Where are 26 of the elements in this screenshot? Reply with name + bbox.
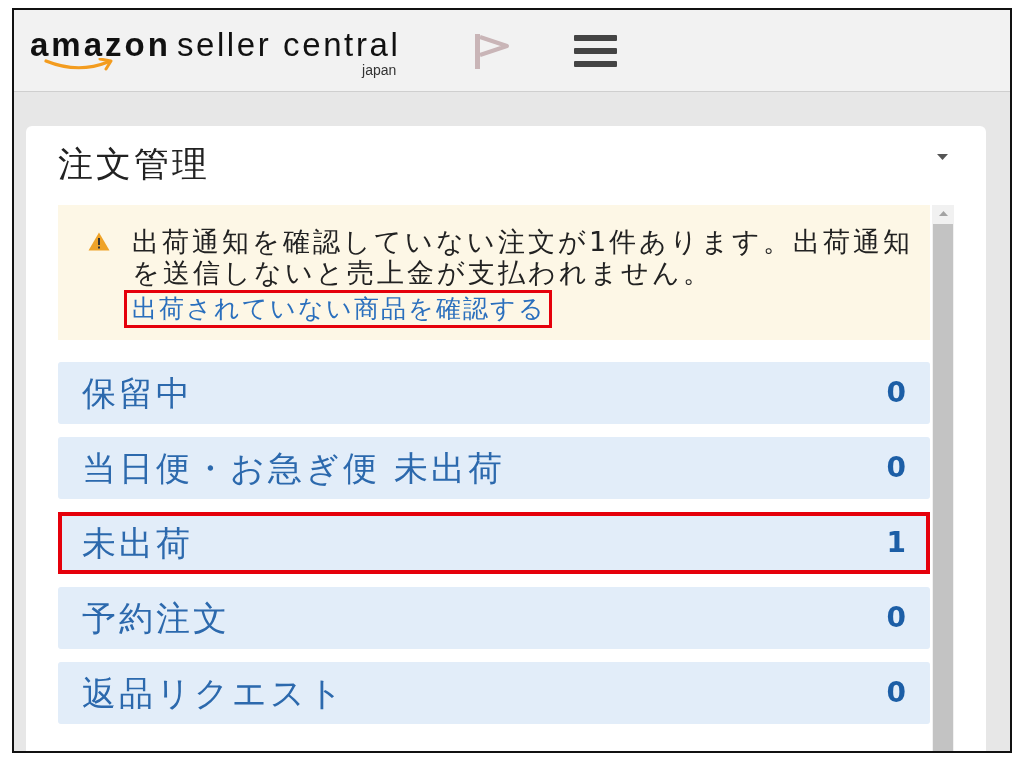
status-label: 返品リクエスト xyxy=(82,672,346,715)
smile-arrow-icon xyxy=(44,58,114,72)
status-label: 未出荷 xyxy=(82,522,193,565)
logo-region-text: japan xyxy=(362,63,397,78)
status-count: 0 xyxy=(886,600,906,636)
logo-product-text: seller central xyxy=(176,27,401,63)
order-status-row[interactable]: 返品リクエスト 0 xyxy=(58,662,930,724)
logo-brand-text: amazon xyxy=(30,27,171,63)
order-status-row[interactable]: 当日便・お急ぎ便 未出荷 0 xyxy=(58,437,930,499)
order-status-row[interactable]: 保留中 0 xyxy=(58,362,930,424)
card-title: 注文管理 xyxy=(58,143,210,186)
status-count: 0 xyxy=(886,450,906,486)
status-count: 1 xyxy=(886,525,906,561)
status-count: 0 xyxy=(886,675,906,711)
status-count: 0 xyxy=(886,375,906,411)
status-label: 保留中 xyxy=(82,372,193,415)
scroll-up-icon[interactable] xyxy=(938,211,948,216)
status-label: 当日便・お急ぎ便 未出荷 xyxy=(82,447,505,490)
order-status-row[interactable]: 未出荷 1 xyxy=(58,512,930,574)
alert-message: 出荷通知を確認していない注文が1件あります。出荷通知を送信しないと売上金が支払われません。 xyxy=(132,226,915,288)
status-label: 予約注文 xyxy=(82,597,230,640)
caret-icon[interactable] xyxy=(937,154,948,160)
unshipped-items-link[interactable]: 出荷されていない商品を確認する xyxy=(124,290,552,328)
order-status-row[interactable]: 予約注文 0 xyxy=(58,587,930,649)
menu-icon[interactable] xyxy=(574,34,618,67)
warning-icon xyxy=(88,232,110,251)
